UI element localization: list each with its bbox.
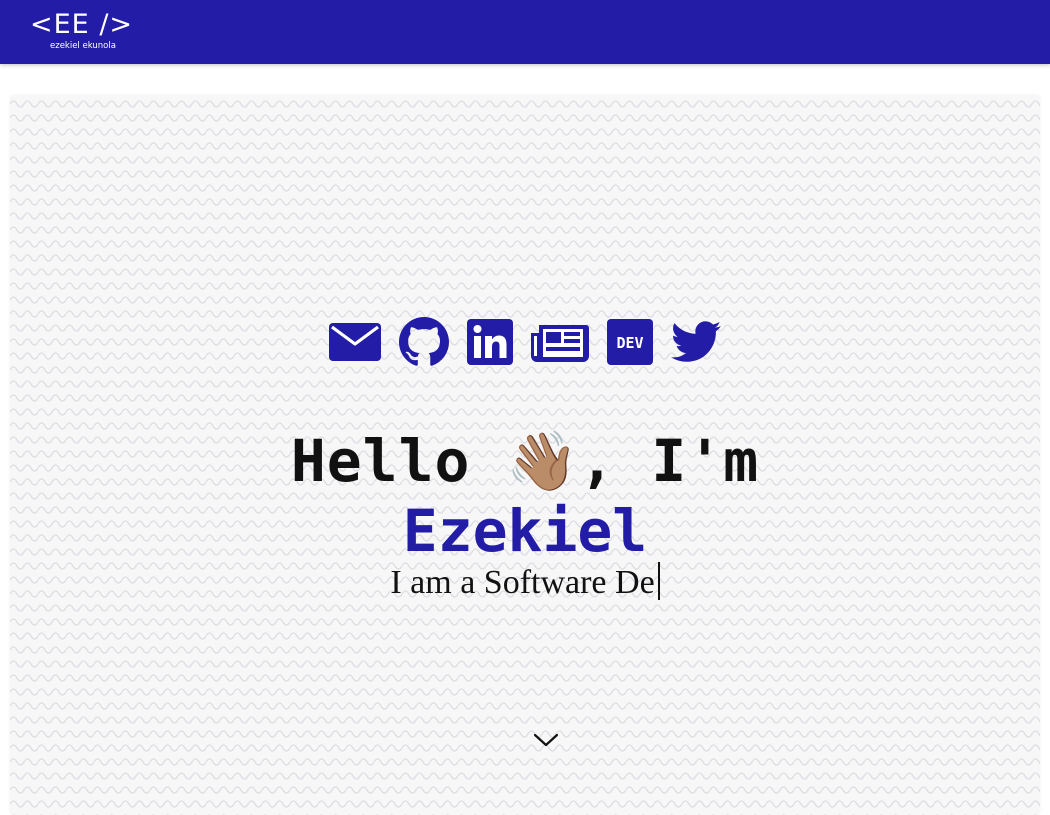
twitter-icon — [671, 321, 721, 362]
envelope-icon — [329, 323, 381, 361]
logo-link[interactable]: <EE /> ezekiel ekunola — [30, 8, 140, 54]
hero-section: DEV Hello 👋🏽, I'm Ezekiel I am a Softwar… — [10, 95, 1040, 815]
hero-name: Ezekiel — [402, 497, 648, 565]
chevron-down-icon — [533, 733, 559, 747]
logo-mark: <EE /> — [30, 9, 134, 40]
typing-cursor — [657, 562, 660, 600]
hero-tagline: I am a Software De — [10, 562, 1040, 603]
dev-icon-text: DEV — [616, 334, 643, 352]
dev-link[interactable]: DEV — [607, 317, 653, 367]
email-link[interactable] — [329, 317, 381, 367]
newspaper-icon — [531, 325, 589, 362]
blog-link[interactable] — [531, 317, 589, 367]
logo-subtitle: ezekiel ekunola — [50, 41, 116, 51]
linkedin-link[interactable] — [467, 317, 513, 367]
top-navbar: <EE /> ezekiel ekunola — [0, 0, 1050, 64]
dev-icon: DEV — [607, 319, 653, 365]
social-links: DEV — [10, 317, 1040, 367]
linkedin-icon — [467, 319, 513, 365]
twitter-link[interactable] — [671, 317, 721, 367]
github-icon — [399, 317, 449, 366]
github-link[interactable] — [399, 317, 449, 367]
typed-text: I am a Software De — [390, 564, 655, 601]
hero-greeting: Hello 👋🏽, I'm — [290, 427, 760, 495]
scroll-down-button[interactable] — [529, 725, 563, 755]
